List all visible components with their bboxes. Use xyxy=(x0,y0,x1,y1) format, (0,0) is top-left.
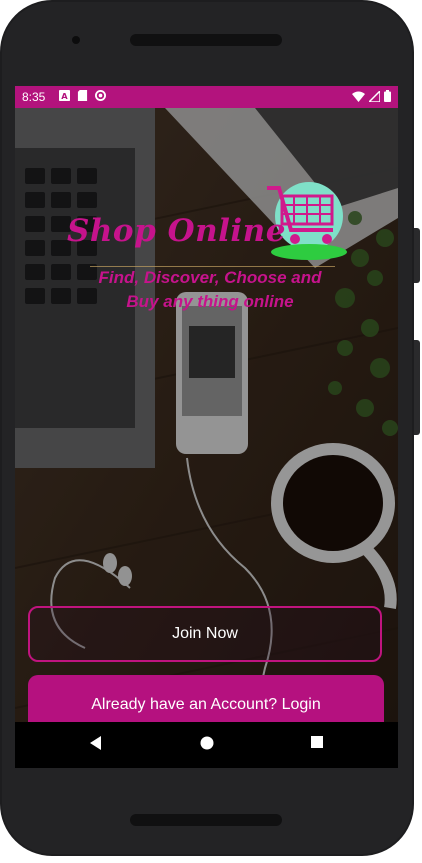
power-button xyxy=(414,228,420,283)
phone-frame: 8:35 A Shop Online Find, Discover, Choos… xyxy=(0,0,420,856)
join-now-button[interactable]: Join Now xyxy=(28,606,382,662)
earpiece-speaker xyxy=(130,34,282,46)
app-tagline: Find, Discover, Choose and Buy any thing… xyxy=(98,268,322,311)
front-camera xyxy=(72,36,80,44)
sync-icon xyxy=(95,90,106,101)
status-time: 8:35 xyxy=(22,90,46,104)
status-bar: 8:35 A xyxy=(15,86,398,108)
svg-text:A: A xyxy=(61,91,68,101)
app-logo-text: Shop Online xyxy=(67,213,286,249)
navigation-bar xyxy=(15,722,398,768)
back-icon[interactable] xyxy=(89,735,103,751)
background-photo: Shop Online Find, Discover, Choose and B… xyxy=(15,108,398,734)
a-box-icon: A xyxy=(59,90,70,101)
battery-icon xyxy=(384,90,391,102)
recents-icon[interactable] xyxy=(310,735,324,749)
bottom-speaker xyxy=(130,814,282,826)
volume-button xyxy=(414,340,420,435)
status-system-icons xyxy=(352,90,391,102)
wifi-icon xyxy=(352,91,365,102)
sd-card-icon xyxy=(77,90,88,101)
signal-icon xyxy=(369,90,380,102)
status-notification-icons: A xyxy=(59,90,106,101)
home-icon[interactable] xyxy=(199,735,215,751)
screen: 8:35 A Shop Online Find, Discover, Choos… xyxy=(15,86,398,768)
